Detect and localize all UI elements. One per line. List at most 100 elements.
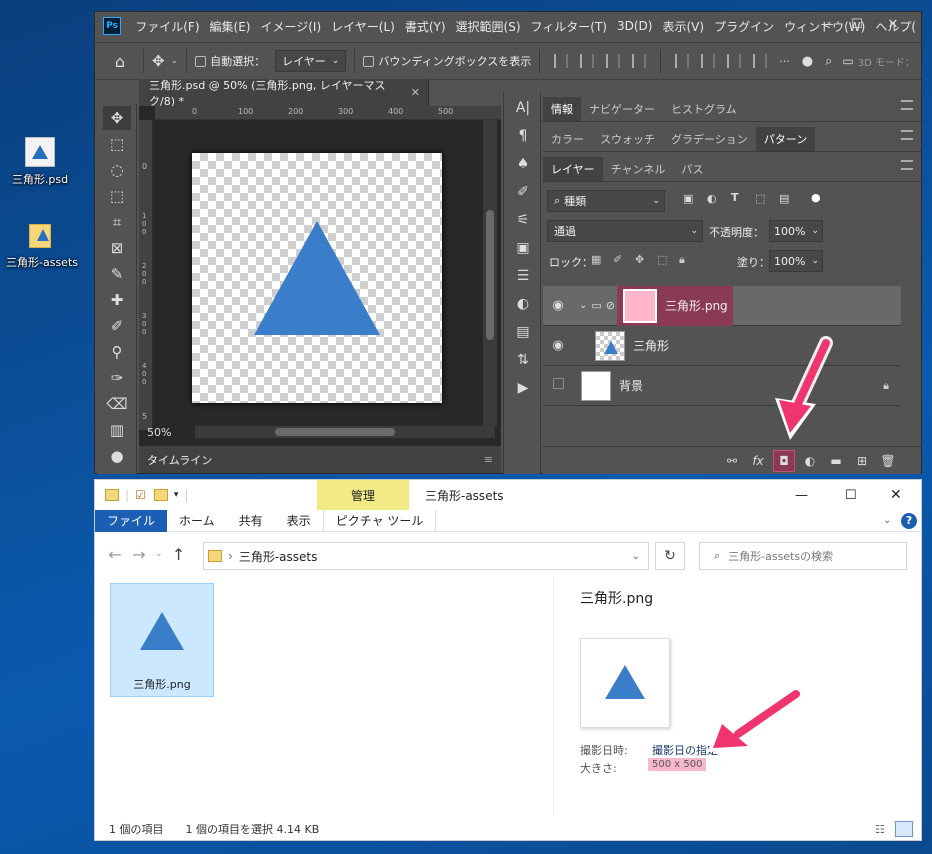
tab-histogram[interactable]: ヒストグラム — [663, 97, 745, 121]
quick-access-chevron-icon[interactable]: ▾ — [174, 490, 179, 500]
tab-view[interactable]: 表示 — [275, 510, 323, 532]
menu-3d[interactable]: 3D(D) — [612, 19, 657, 33]
visibility-box[interactable] — [543, 378, 573, 393]
menu-select[interactable]: 選択範囲(S) — [451, 18, 526, 35]
object-select-tool-icon[interactable]: ⬚ — [103, 184, 131, 208]
user-icon[interactable]: ● — [802, 54, 813, 69]
search-input[interactable]: ⌕ 三角形-assetsの検索 — [699, 542, 907, 570]
maximize-button[interactable]: ☐ — [845, 488, 857, 503]
chevron-down-icon[interactable]: ⌄ — [632, 551, 640, 562]
refresh-button[interactable]: ↻ — [655, 542, 685, 570]
styles-icon[interactable]: ◐ — [510, 292, 536, 316]
image-icon[interactable]: ▣ — [510, 236, 536, 260]
workspace-icon[interactable]: ▭ — [842, 54, 853, 68]
tab-share[interactable]: 共有 — [227, 510, 275, 532]
tab-navigator[interactable]: ナビゲーター — [581, 97, 663, 121]
chevron-down-icon[interactable]: ⌄ — [579, 300, 587, 311]
new-layer-icon[interactable]: ⊞ — [851, 450, 873, 472]
distribute-icon[interactable] — [675, 54, 690, 68]
brushes-icon[interactable]: ⚟ — [510, 208, 536, 232]
filter-pixel-icon[interactable]: ▣ — [683, 192, 693, 205]
fill-input[interactable]: 100% ⌄ — [769, 250, 823, 272]
marquee-tool-icon[interactable]: ⬚ — [103, 132, 131, 156]
close-button[interactable]: ✕ — [890, 487, 902, 503]
brush-settings-icon[interactable]: ✐ — [510, 180, 536, 204]
close-icon[interactable]: ✕ — [411, 86, 420, 99]
move-tool-icon[interactable]: ✥ — [152, 52, 165, 70]
glyphs-icon[interactable]: ♠ — [510, 152, 536, 176]
adjustments-icon[interactable]: ☰ — [510, 264, 536, 288]
auto-select-dropdown[interactable]: レイヤー ⌄ — [275, 50, 347, 72]
auto-select-checkbox[interactable] — [195, 55, 207, 67]
file-item[interactable]: 三角形.png — [110, 583, 214, 697]
filter-smart-icon[interactable]: ▤ — [779, 192, 789, 205]
tab-patterns[interactable]: パターン — [755, 127, 816, 151]
menu-edit[interactable]: 編集(E) — [205, 18, 256, 35]
eyedropper-tool-icon[interactable]: ✎ — [103, 262, 131, 286]
layer-row-group[interactable]: ◉ ⌄ ▭ ⊘ 三角形.png — [543, 286, 901, 326]
chevron-down-icon[interactable]: ⌄ — [883, 515, 891, 526]
up-arrow-icon[interactable]: ↑ — [167, 545, 191, 564]
menu-file[interactable]: ファイル(F) — [130, 18, 204, 35]
new-folder-icon[interactable] — [153, 489, 168, 501]
tab-gradients[interactable]: グラデーション — [663, 127, 756, 151]
menu-layer[interactable]: レイヤー(L) — [326, 18, 400, 35]
layer-row-background[interactable]: 背景 🔒︎ — [543, 366, 901, 406]
trash-icon[interactable]: 🗑︎ — [877, 450, 899, 472]
align-right-icon[interactable] — [606, 54, 621, 68]
tab-swatches[interactable]: スウォッチ — [592, 127, 663, 151]
adjustment-layer-icon[interactable]: ◐ — [799, 450, 821, 472]
panel-menu-icon[interactable]: ≡ — [484, 453, 493, 466]
canvas[interactable] — [192, 153, 442, 403]
menu-view[interactable]: 表示(V) — [657, 18, 709, 35]
preview-view-icon[interactable] — [895, 821, 913, 837]
more-options-icon[interactable]: ··· — [779, 55, 790, 68]
properties-icon[interactable]: ☑ — [135, 488, 146, 502]
paragraph-icon[interactable]: ¶ — [510, 124, 536, 148]
link-layers-icon[interactable]: ⚯ — [721, 450, 743, 472]
crop-tool-icon[interactable]: ⌗ — [103, 210, 131, 234]
distribute-horizontal-icon[interactable] — [753, 54, 768, 68]
lock-position-icon[interactable]: ✥ — [635, 253, 644, 266]
help-icon[interactable]: ? — [901, 513, 917, 529]
menu-image[interactable]: イメージ(I) — [255, 18, 326, 35]
tab-channels[interactable]: チャンネル — [603, 157, 674, 181]
eraser-tool-icon[interactable]: ⌫ — [103, 392, 131, 416]
tab-home[interactable]: ホーム — [167, 510, 227, 532]
chevron-down-icon[interactable]: ⌄ — [171, 56, 179, 66]
blur-tool-icon[interactable]: ● — [103, 444, 131, 468]
layer-filter-dropdown[interactable]: ⌕ 種類 ⌄ — [547, 190, 665, 212]
distribute-middle-icon[interactable] — [701, 54, 716, 68]
eye-icon[interactable]: ◉ — [543, 338, 573, 353]
search-icon[interactable]: ⌕ — [825, 54, 832, 69]
distribute-bottom-icon[interactable] — [727, 54, 742, 68]
tab-info[interactable]: 情報 — [543, 97, 581, 121]
document-tab[interactable]: 三角形.psd @ 50% (三角形.png, レイヤーマスク/8) * ✕ — [139, 79, 429, 108]
desktop-icon-psd[interactable]: 三角形.psd — [0, 137, 80, 187]
minimize-button[interactable]: — — [813, 14, 841, 34]
libraries-icon[interactable]: ▤ — [510, 320, 536, 344]
vertical-scrollbar[interactable] — [483, 120, 497, 426]
fx-icon[interactable]: fx — [747, 450, 769, 472]
stamp-tool-icon[interactable]: ⚲ — [103, 340, 131, 364]
align-top-icon[interactable] — [632, 54, 647, 68]
lock-image-icon[interactable]: ✐ — [613, 253, 622, 266]
menu-plugins[interactable]: プラグイン — [709, 18, 779, 35]
menu-filter[interactable]: フィルター(T) — [526, 18, 612, 35]
address-bar[interactable]: › 三角形-assets ⌄ — [203, 542, 649, 570]
history-icon[interactable]: ⇅ — [510, 348, 536, 372]
filter-toggle-icon[interactable]: ● — [811, 191, 821, 204]
horizontal-scrollbar[interactable] — [195, 426, 495, 438]
actions-icon[interactable]: ▶ — [510, 376, 536, 400]
tab-color[interactable]: カラー — [543, 127, 592, 151]
panel-menu-icon[interactable] — [901, 100, 913, 110]
menu-type[interactable]: 書式(Y) — [400, 18, 451, 35]
lasso-tool-icon[interactable]: ◌ — [103, 158, 131, 182]
tab-paths[interactable]: パス — [673, 157, 711, 181]
lock-all-icon[interactable]: 🔒︎ — [679, 253, 685, 267]
healing-tool-icon[interactable]: ✚ — [103, 288, 131, 312]
character-icon[interactable]: A| — [510, 96, 536, 120]
tab-picture-tools[interactable]: ピクチャ ツール — [322, 509, 437, 532]
chevron-down-icon[interactable]: ⌄ — [155, 549, 163, 559]
align-center-icon[interactable] — [580, 54, 595, 68]
